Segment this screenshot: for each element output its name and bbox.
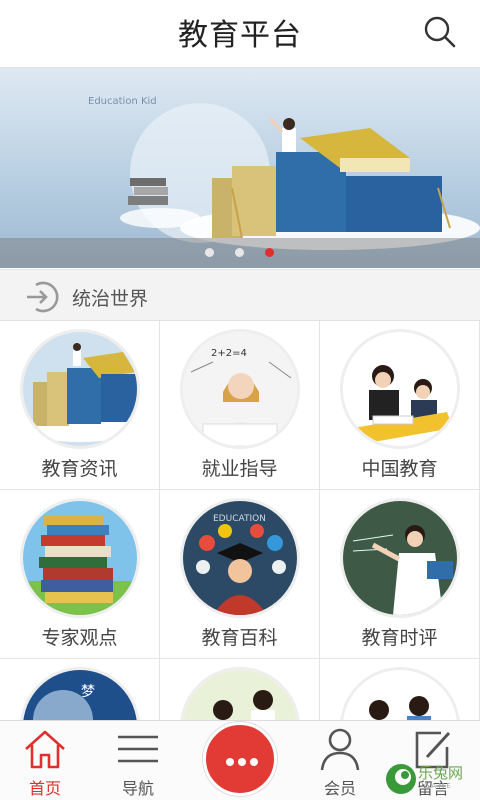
teacher-chalkboard-image [340, 498, 460, 618]
carousel-indicator [0, 238, 480, 268]
search-icon[interactable] [420, 12, 460, 52]
grid-item-expert-views[interactable]: 专家观点 [0, 490, 160, 659]
tab-member[interactable]: 会员 [300, 721, 380, 800]
banner-brand-text: Education Kid [88, 96, 157, 107]
dream-image: 梦 [20, 667, 140, 720]
teacher-child-image [340, 329, 460, 449]
carousel-dot[interactable] [235, 248, 244, 257]
students-image [180, 667, 300, 720]
enter-arrow-icon [24, 279, 60, 315]
tab-label: 导航 [121, 779, 154, 798]
grid-item-classroom[interactable] [320, 659, 480, 720]
book-stack-image [20, 498, 140, 618]
watermark-subtext: GAME [424, 782, 453, 790]
app-header: 教育平台 [0, 0, 480, 68]
grid-item-education-news[interactable]: 教育资讯 [0, 321, 160, 490]
section-header[interactable]: 统治世界 [0, 269, 480, 321]
page-title: 教育平台 [178, 18, 302, 53]
section-label: 统治世界 [72, 288, 149, 310]
student-writing-image: 2+2=4 [180, 329, 300, 449]
watermark-text: 乐兔网 [418, 764, 464, 782]
grid-item-students[interactable] [160, 659, 320, 720]
home-icon [23, 727, 67, 771]
menu-icon [116, 727, 160, 771]
more-dot [226, 758, 234, 766]
watermark-logo: 乐兔网 GAME [384, 760, 480, 800]
grid-item-dream[interactable]: 梦 [0, 659, 160, 720]
leaf-logo-icon [386, 764, 416, 794]
books-kid-image [20, 329, 140, 449]
svg-text:梦: 梦 [81, 684, 95, 700]
grid-item-career-guide[interactable]: 2+2=4 就业指导 [160, 321, 320, 490]
grid-item-label: 教育资讯 [41, 458, 118, 480]
graduate-education-image: EDUCATION [180, 498, 300, 618]
grid-item-label: 专家观点 [41, 627, 118, 649]
grid-item-label: 就业指导 [201, 458, 278, 480]
grid-item-education-encyclopedia[interactable]: EDUCATION 教育百科 [160, 490, 320, 659]
grid-item-label: 中国教育 [361, 458, 438, 480]
grid-item-china-education[interactable]: 中国教育 [320, 321, 480, 490]
classroom-image [340, 667, 460, 720]
grid-item-label: 教育百科 [201, 627, 278, 649]
more-dot [250, 758, 258, 766]
tab-navigation[interactable]: 导航 [98, 721, 178, 800]
user-icon [318, 727, 362, 771]
banner-carousel[interactable]: Education Kid [0, 68, 480, 268]
more-button[interactable] [203, 722, 277, 796]
carousel-dot-active[interactable] [265, 248, 274, 257]
grid-item-education-commentary[interactable]: 教育时评 [320, 490, 480, 659]
grid-item-label: 教育时评 [361, 627, 438, 649]
tab-home[interactable]: 首页 [5, 721, 85, 800]
svg-text:2+2=4: 2+2=4 [211, 348, 247, 359]
more-dot [238, 758, 246, 766]
category-grid: 教育资讯 2+2=4 就业指导 中国教育 专家观点 EDUCATION 教育百科… [0, 321, 480, 720]
svg-text:EDUCATION: EDUCATION [213, 514, 266, 524]
tab-label: 首页 [28, 779, 61, 798]
tab-label: 会员 [323, 779, 356, 798]
carousel-dot[interactable] [205, 248, 214, 257]
